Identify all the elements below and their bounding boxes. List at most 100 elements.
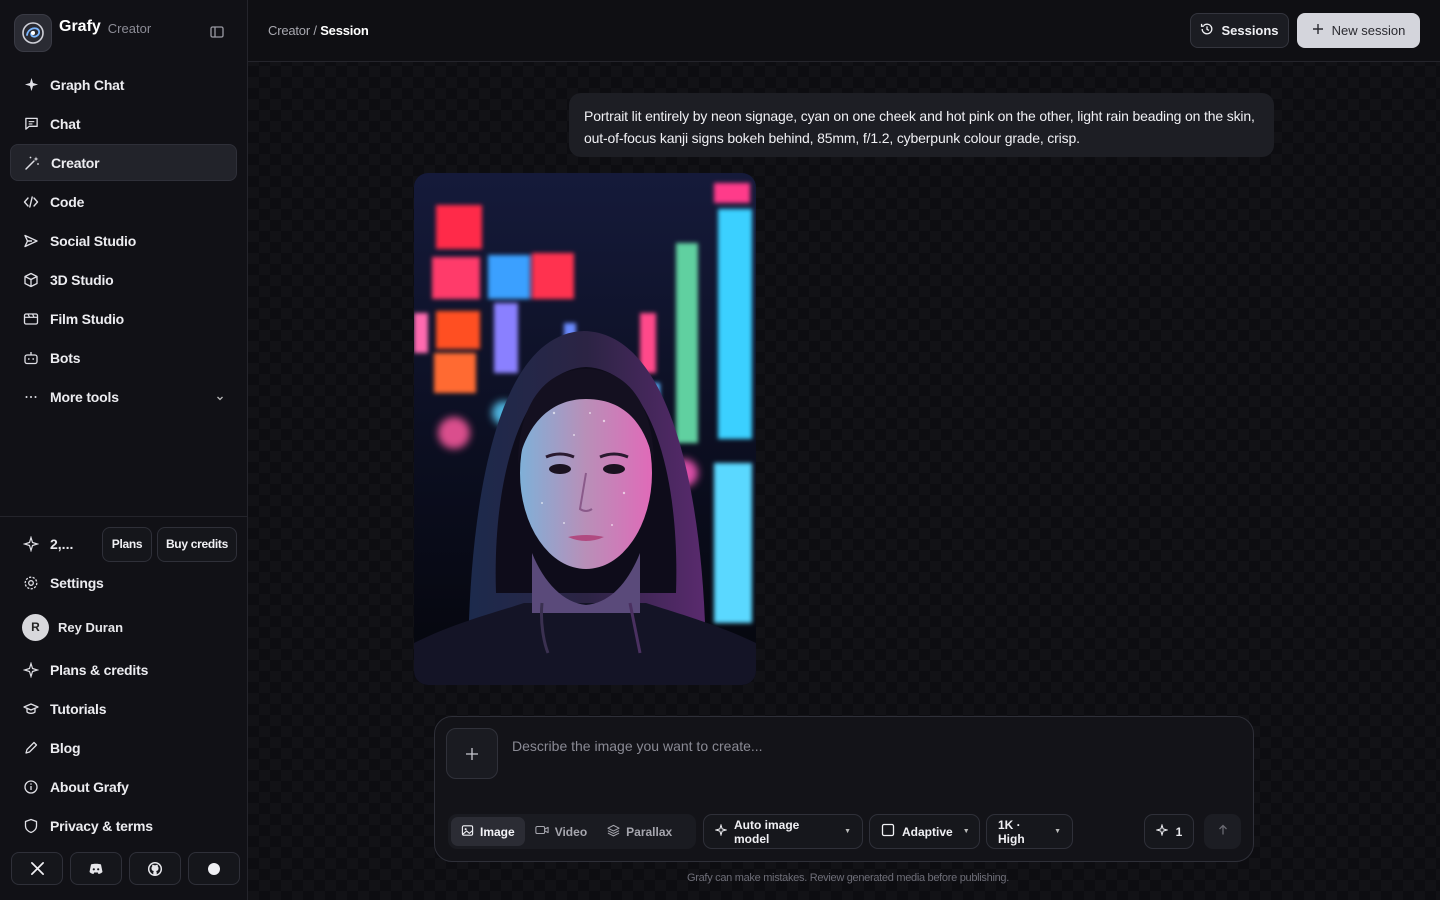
nav-item-tutorials[interactable]: Tutorials — [10, 690, 237, 727]
user-name: Rey Duran — [58, 619, 124, 635]
gear-icon — [23, 575, 39, 591]
layers-icon — [607, 824, 620, 840]
top-bar: Creator / Session Sessions New session — [248, 0, 1440, 62]
nav-label: Blog — [50, 739, 81, 756]
buy-credits-button[interactable]: Buy credits — [156, 526, 237, 562]
nav-label: Chat — [50, 115, 81, 132]
mode-label: Video — [554, 824, 588, 839]
nav-label: Tutorials — [50, 700, 107, 717]
film-icon — [23, 311, 39, 327]
info-icon — [23, 779, 39, 795]
model-dropdown[interactable]: Auto image model ▼ — [703, 814, 863, 849]
bot-icon — [23, 350, 39, 366]
code-icon — [23, 194, 39, 210]
nav-label: Bots — [50, 349, 81, 366]
sidebar-divider — [0, 516, 248, 517]
x-icon[interactable] — [11, 852, 63, 885]
nav-item-3d-studio[interactable]: 3D Studio — [10, 261, 237, 298]
nav-item-settings[interactable]: Settings — [10, 564, 237, 601]
nav-item-graph-chat[interactable]: Graph Chat — [10, 66, 237, 103]
breadcrumb-parent[interactable]: Creator — [268, 23, 310, 38]
social-links — [11, 852, 240, 885]
sparkle-icon — [22, 535, 40, 553]
spiral-logo-icon — [14, 14, 52, 52]
prompt-composer: Image Video Parallax Auto image model ▼ … — [434, 716, 1254, 862]
square-icon — [881, 823, 895, 840]
media-mode-switch: Image Video Parallax — [448, 814, 696, 849]
nav-item-more-tools[interactable]: More tools — [10, 378, 237, 415]
shield-icon — [23, 818, 39, 834]
nav-label: More tools — [50, 388, 119, 405]
nav-item-bots[interactable]: Bots — [10, 339, 237, 376]
sparkle-icon — [23, 77, 39, 93]
caret-down-icon: ▼ — [962, 828, 970, 835]
brand-name: Grafy — [59, 18, 101, 35]
brand[interactable]: Grafy Creator — [14, 14, 151, 52]
nav-item-plans-credits[interactable]: Plans & credits — [10, 651, 237, 688]
count-value: 1 — [1175, 824, 1183, 839]
output-count-button[interactable]: 1 — [1144, 814, 1194, 849]
graduation-cap-icon — [23, 701, 39, 717]
lower-nav: Settings R Rey Duran Plans & credits Tut… — [10, 564, 237, 846]
aspect-dropdown[interactable]: Adaptive ▼ — [869, 814, 980, 849]
cube-icon — [23, 272, 39, 288]
nav-item-film-studio[interactable]: Film Studio — [10, 300, 237, 337]
disclaimer-text: Grafy can make mistakes. Review generate… — [687, 872, 1009, 884]
nav-label: Social Studio — [50, 232, 137, 249]
sidebar-toggle-icon[interactable] — [209, 24, 227, 42]
nav-label: Code — [50, 193, 85, 210]
mode-parallax[interactable]: Parallax — [597, 817, 682, 846]
pen-icon — [23, 740, 39, 756]
nav-label: Graph Chat — [50, 76, 125, 93]
nav-item-privacy[interactable]: Privacy & terms — [10, 807, 237, 844]
send-button[interactable] — [1204, 814, 1241, 849]
credits-row: 2,... Plans Buy credits — [10, 526, 237, 562]
nav-label: Film Studio — [50, 310, 125, 327]
video-icon — [535, 824, 549, 839]
nav-item-social-studio[interactable]: Social Studio — [10, 222, 237, 259]
brand-subtitle: Creator — [107, 20, 152, 36]
message-icon — [23, 116, 39, 132]
sessions-button[interactable]: Sessions — [1190, 13, 1289, 48]
nav-label: Plans & credits — [50, 661, 149, 678]
model-label: Auto image model — [734, 817, 800, 846]
nav-item-code[interactable]: Code — [10, 183, 237, 220]
arrow-up-icon — [1217, 823, 1229, 841]
circle-icon[interactable] — [188, 852, 240, 885]
mode-video[interactable]: Video — [525, 817, 597, 846]
nav-item-chat[interactable]: Chat — [10, 105, 237, 142]
nav-item-creator[interactable]: Creator — [10, 144, 237, 181]
quality-label: 1K · High — [998, 817, 1025, 846]
main-nav: Graph Chat Chat Creator Code Social Stud… — [10, 66, 237, 417]
quality-dropdown[interactable]: 1K · High ▼ — [986, 814, 1073, 849]
aspect-label: Adaptive — [902, 824, 953, 839]
nav-item-blog[interactable]: Blog — [10, 729, 237, 766]
wand-icon — [24, 155, 40, 171]
discord-icon[interactable] — [70, 852, 122, 885]
sparkle-icon — [23, 661, 39, 678]
add-attachment-button[interactable] — [446, 728, 498, 779]
chevron-down-icon — [215, 390, 225, 406]
new-session-button[interactable]: New session — [1297, 13, 1420, 48]
nav-label: Settings — [50, 574, 104, 591]
main-area: Creator / Session Sessions New session P… — [248, 0, 1440, 900]
prompt-input[interactable] — [512, 738, 1212, 754]
nav-label: Privacy & terms — [50, 817, 153, 834]
breadcrumb: Creator / Session — [268, 23, 369, 38]
generated-image[interactable] — [414, 173, 756, 685]
github-icon[interactable] — [129, 852, 181, 885]
mode-label: Image — [480, 824, 515, 839]
nav-item-about[interactable]: About Grafy — [10, 768, 237, 805]
plans-button[interactable]: Plans — [102, 526, 152, 562]
disclaimer: Grafy can make mistakes. Review generate… — [248, 872, 1440, 884]
sparkle-icon — [1154, 823, 1169, 839]
nav-label: Creator — [51, 154, 100, 171]
image-icon — [461, 824, 474, 840]
history-icon — [1200, 22, 1214, 39]
mode-image[interactable]: Image — [451, 817, 525, 846]
plus-icon — [465, 741, 479, 767]
send-icon — [23, 233, 39, 249]
nav-label: About Grafy — [50, 778, 129, 795]
nav-label: 3D Studio — [50, 271, 114, 288]
user-profile[interactable]: R Rey Duran — [10, 603, 237, 651]
